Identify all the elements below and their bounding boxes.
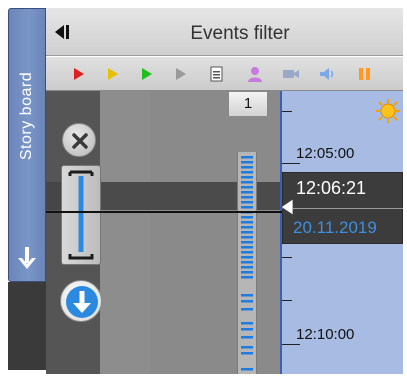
arrow-down-icon[interactable]	[14, 244, 40, 272]
event-mark	[241, 196, 253, 199]
play-green-icon[interactable]	[138, 66, 156, 82]
tick-line	[282, 300, 292, 301]
event-mark	[241, 308, 253, 311]
event-mark	[241, 336, 253, 339]
event-mark	[241, 266, 253, 269]
speaker-icon[interactable]	[318, 66, 336, 82]
tick-line	[282, 111, 292, 112]
event-mark	[241, 171, 253, 174]
left-strip	[8, 282, 46, 370]
play-yellow-icon[interactable]	[104, 66, 122, 82]
event-mark	[241, 261, 253, 264]
scroll-down-icon[interactable]	[60, 280, 102, 322]
event-mark	[241, 251, 253, 254]
play-red-icon[interactable]	[70, 66, 88, 82]
play-gray-icon[interactable]	[172, 66, 190, 82]
tick-label-top: 12:05:00	[296, 145, 355, 162]
event-mark	[241, 352, 253, 355]
event-mark	[241, 231, 253, 234]
storyboard-label-wrap: Story board	[8, 16, 46, 216]
current-date: 20.11.2019	[293, 218, 377, 237]
time-pointer-icon	[279, 198, 294, 216]
event-mark	[241, 176, 253, 179]
sun-icon	[376, 99, 400, 123]
tick-line	[282, 163, 300, 164]
tick-line	[282, 257, 292, 258]
event-mark	[241, 166, 253, 169]
event-mark	[241, 226, 253, 229]
event-mark	[241, 300, 253, 303]
event-mark	[241, 368, 253, 371]
zoom-range-icon[interactable]	[61, 165, 101, 265]
event-mark	[241, 221, 253, 224]
event-mark	[241, 294, 253, 297]
event-mark	[241, 191, 253, 194]
pause-icon[interactable]	[356, 66, 374, 82]
event-density-column	[237, 152, 257, 374]
document-icon[interactable]	[208, 66, 226, 82]
collapse-left-icon[interactable]	[52, 22, 72, 42]
date-divider	[282, 208, 403, 209]
event-mark	[241, 216, 253, 219]
tick-line	[282, 344, 300, 345]
camera-icon[interactable]	[282, 66, 300, 82]
event-mark	[241, 276, 253, 279]
event-mark	[241, 346, 253, 349]
event-mark	[241, 161, 253, 164]
event-mark	[241, 201, 253, 204]
current-time: 12:06:21	[296, 178, 367, 198]
close-icon[interactable]	[62, 123, 96, 157]
event-mark	[241, 156, 253, 159]
event-mark	[241, 236, 253, 239]
event-mark	[241, 186, 253, 189]
tick-label-bottom: 12:10:00	[296, 326, 355, 343]
event-mark	[241, 271, 253, 274]
storyboard-label: Story board	[18, 71, 35, 161]
event-mark	[241, 206, 253, 209]
tracks-area-shade	[150, 91, 280, 374]
event-mark	[241, 246, 253, 249]
page-number[interactable]: 1	[228, 91, 268, 117]
user-icon[interactable]	[246, 66, 264, 82]
cursor-line[interactable]	[46, 211, 282, 213]
event-mark	[241, 328, 253, 331]
event-mark	[241, 322, 253, 325]
event-mark	[241, 181, 253, 184]
filter-title: Events filter	[190, 23, 290, 44]
event-mark	[241, 241, 253, 244]
event-mark	[241, 256, 253, 259]
